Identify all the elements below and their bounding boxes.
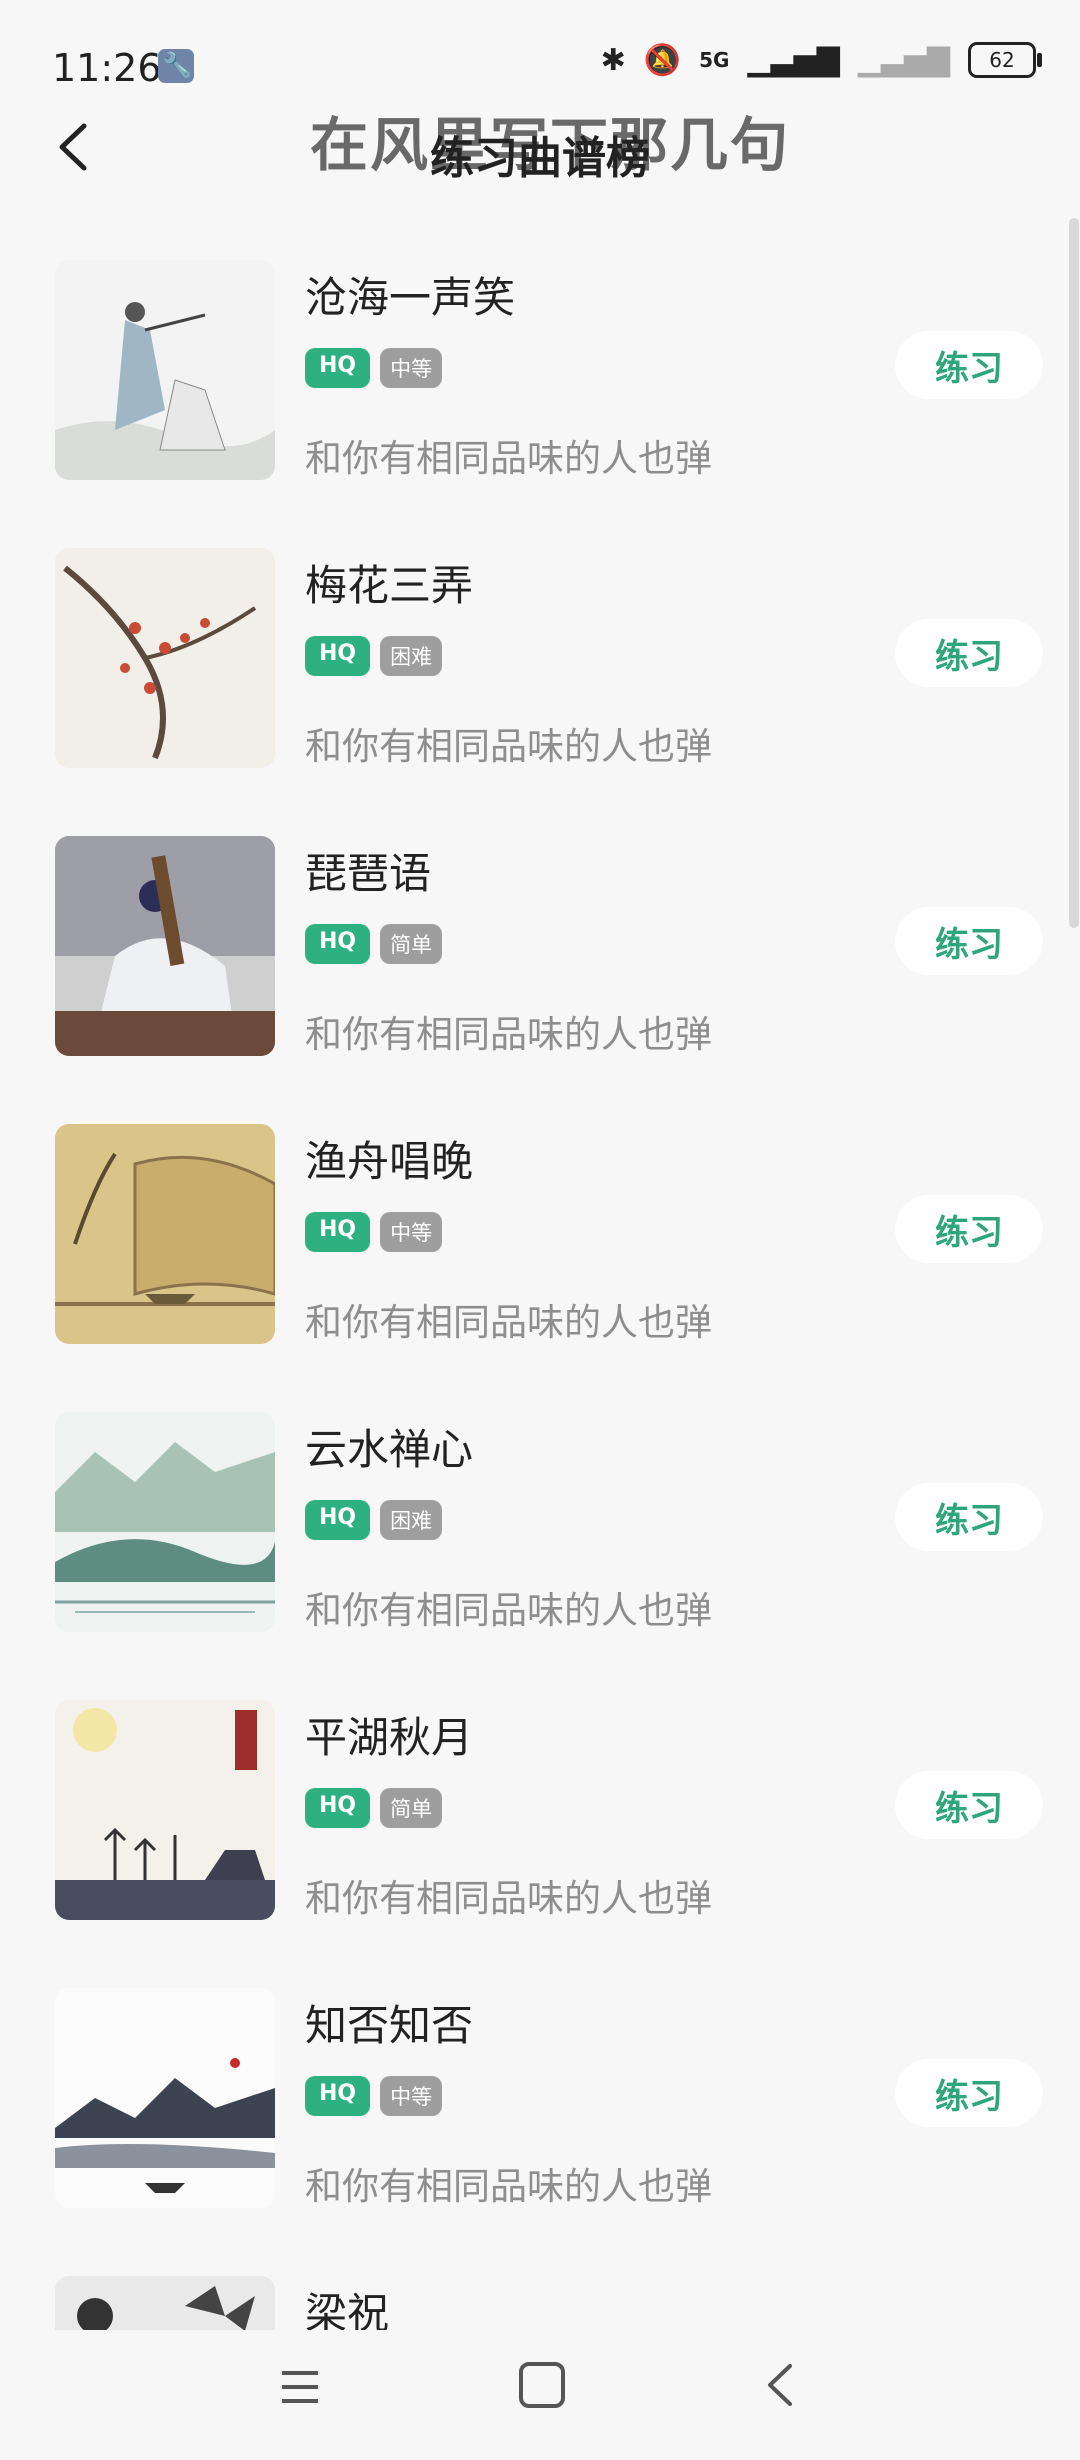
song-name: 梁祝 xyxy=(305,2289,390,2330)
song-subtitle: 和你有相同品味的人也弹 xyxy=(305,1301,712,1344)
difficulty-badge: 简单 xyxy=(380,924,443,964)
difficulty-badge: 困难 xyxy=(380,636,443,676)
song-name: 渔舟唱晚 xyxy=(305,1137,474,1186)
back-nav-icon[interactable] xyxy=(760,2360,800,2410)
list-item[interactable]: 渔舟唱晚 HQ 中等 和你有相同品味的人也弹 练习 xyxy=(0,1094,1080,1364)
song-cover xyxy=(55,1412,275,1632)
practice-button[interactable]: 练习 xyxy=(895,331,1043,399)
difficulty-badge: 简单 xyxy=(380,1788,443,1828)
practice-button[interactable]: 练习 xyxy=(895,1483,1043,1551)
song-subtitle: 和你有相同品味的人也弹 xyxy=(305,1877,712,1920)
hq-badge: HQ xyxy=(305,636,371,676)
song-cover xyxy=(55,1988,275,2208)
difficulty-badge: 中等 xyxy=(380,348,443,388)
hq-badge: HQ xyxy=(305,1500,371,1540)
song-subtitle: 和你有相同品味的人也弹 xyxy=(305,2165,712,2208)
practice-button[interactable]: 练习 xyxy=(895,907,1043,975)
list-item[interactable]: 琵琶语 HQ 简单 和你有相同品味的人也弹 练习 xyxy=(0,806,1080,1076)
difficulty-badge: 困难 xyxy=(380,1500,443,1540)
difficulty-badge: 中等 xyxy=(380,2076,443,2116)
song-badges: HQ 困难 xyxy=(305,1500,443,1540)
song-badges: HQ 中等 xyxy=(305,2076,443,2116)
list-item[interactable]: 梅花三弄 HQ 困难 和你有相同品味的人也弹 练习 xyxy=(0,518,1080,788)
difficulty-badge: 中等 xyxy=(380,1212,443,1252)
navigation-bar xyxy=(0,2330,1080,2460)
list-item[interactable]: 梁祝 xyxy=(0,2246,1080,2330)
song-cover xyxy=(55,2276,275,2330)
song-subtitle: 和你有相同品味的人也弹 xyxy=(305,1013,712,1056)
song-name: 云水禅心 xyxy=(305,1425,474,1474)
list-item[interactable]: 平湖秋月 HQ 简单 和你有相同品味的人也弹 练习 xyxy=(0,1670,1080,1940)
song-cover xyxy=(55,548,275,768)
hq-badge: HQ xyxy=(305,1212,371,1252)
song-badges: HQ 简单 xyxy=(305,924,443,964)
song-subtitle: 和你有相同品味的人也弹 xyxy=(305,1589,712,1632)
song-name: 平湖秋月 xyxy=(305,1713,474,1762)
back-button[interactable] xyxy=(48,120,98,175)
song-list: 沧海一声笑 HQ 中等 和你有相同品味的人也弹 练习 梅花三弄 HQ 困难 和你… xyxy=(0,230,1080,2330)
list-item[interactable]: 沧海一声笑 HQ 中等 和你有相同品味的人也弹 练习 xyxy=(0,230,1080,500)
page-title: 练习曲谱榜 xyxy=(430,133,650,184)
song-badges: HQ 困难 xyxy=(305,636,443,676)
practice-button[interactable]: 练习 xyxy=(895,1771,1043,1839)
practice-button[interactable]: 练习 xyxy=(895,619,1043,687)
chevron-left-icon xyxy=(59,123,87,171)
practice-button[interactable]: 练习 xyxy=(895,1195,1043,1263)
menu-icon[interactable] xyxy=(278,2365,322,2409)
header: 在风里写下那几句 练习曲谱榜 xyxy=(0,72,1080,212)
song-subtitle: 和你有相同品味的人也弹 xyxy=(305,725,712,768)
hq-badge: HQ xyxy=(305,924,371,964)
song-badges: HQ 简单 xyxy=(305,1788,443,1828)
list-item[interactable]: 云水禅心 HQ 困难 和你有相同品味的人也弹 练习 xyxy=(0,1382,1080,1652)
song-cover xyxy=(55,836,275,1056)
scrollbar[interactable] xyxy=(1069,218,1079,928)
home-icon[interactable] xyxy=(519,2362,565,2408)
song-cover xyxy=(55,1700,275,1920)
hq-badge: HQ xyxy=(305,1788,371,1828)
song-name: 知否知否 xyxy=(305,2001,474,2050)
song-cover xyxy=(55,260,275,480)
song-name: 梅花三弄 xyxy=(305,561,474,610)
network-label: 5G xyxy=(699,48,730,72)
song-name: 沧海一声笑 xyxy=(305,273,516,322)
song-badges: HQ 中等 xyxy=(305,1212,443,1252)
song-name: 琵琶语 xyxy=(305,849,432,898)
song-subtitle: 和你有相同品味的人也弹 xyxy=(305,437,712,480)
hq-badge: HQ xyxy=(305,348,371,388)
song-cover xyxy=(55,1124,275,1344)
song-badges: HQ 中等 xyxy=(305,348,443,388)
hq-badge: HQ xyxy=(305,2076,371,2116)
practice-button[interactable]: 练习 xyxy=(895,2059,1043,2127)
list-item[interactable]: 知否知否 HQ 中等 和你有相同品味的人也弹 练习 xyxy=(0,1958,1080,2228)
